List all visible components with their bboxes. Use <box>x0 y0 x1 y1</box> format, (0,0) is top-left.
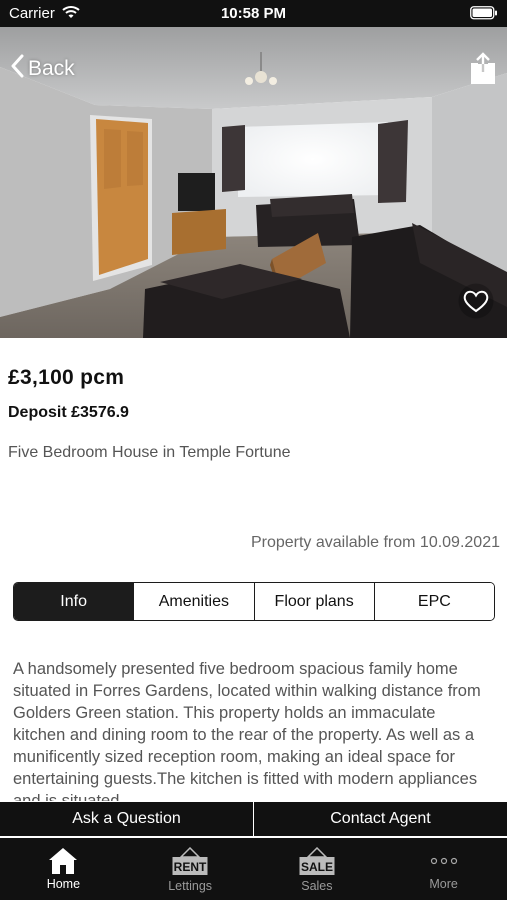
svg-text:RENT: RENT <box>174 860 207 874</box>
rent-sign-icon: RENT <box>172 847 208 875</box>
action-bar: Ask a Question Contact Agent <box>0 802 507 836</box>
tab-bar-label: Sales <box>301 879 333 893</box>
ask-question-button[interactable]: Ask a Question <box>0 802 253 836</box>
tab-amenities[interactable]: Amenities <box>133 583 254 620</box>
svg-text:SALE: SALE <box>301 860 333 874</box>
tab-bar-lettings[interactable]: RENT Lettings <box>127 838 254 900</box>
listing-title: Five Bedroom House in Temple Fortune <box>8 444 291 461</box>
tab-bar-home[interactable]: Home <box>0 838 127 900</box>
share-icon <box>471 52 495 84</box>
tab-info[interactable]: Info <box>14 583 134 620</box>
favorite-button[interactable] <box>457 283 495 324</box>
tab-epc[interactable]: EPC <box>373 583 494 620</box>
home-icon <box>49 848 78 874</box>
more-dots-icon <box>430 857 457 865</box>
tab-bar-label: Lettings <box>168 879 213 893</box>
tab-bar-label: Home <box>46 877 81 891</box>
status-bar: Carrier 10:58 PM <box>0 0 507 27</box>
contact-agent-button[interactable]: Contact Agent <box>253 802 507 836</box>
tab-floor-plans[interactable]: Floor plans <box>253 583 374 620</box>
status-time: 10:58 PM <box>220 5 287 22</box>
chevron-left-icon <box>10 54 24 83</box>
back-button[interactable]: Back <box>10 54 75 83</box>
living-room-image <box>0 27 507 338</box>
tab-bar-label: More <box>429 877 458 891</box>
heart-icon <box>458 283 494 319</box>
battery-icon <box>470 6 498 25</box>
property-photo[interactable]: Back <box>0 27 507 338</box>
tab-bar-more[interactable]: More <box>380 838 507 900</box>
share-button[interactable] <box>470 51 496 90</box>
tab-bar-sales[interactable]: SALE Sales <box>254 838 381 900</box>
property-description: A handsomely presented five bedroom spac… <box>13 660 481 801</box>
detail-tabs: Info Amenities Floor plans EPC <box>13 582 495 621</box>
listing-deposit: Deposit £3576.9 <box>8 404 129 421</box>
sale-sign-icon: SALE <box>299 847 335 875</box>
availability-text: Property available from 10.09.2021 <box>250 534 500 551</box>
listing-price: £3,100 pcm <box>8 366 125 389</box>
back-label: Back <box>28 56 75 80</box>
bottom-tab-bar: Home RENT Lettings SALE Sales More <box>0 838 507 900</box>
